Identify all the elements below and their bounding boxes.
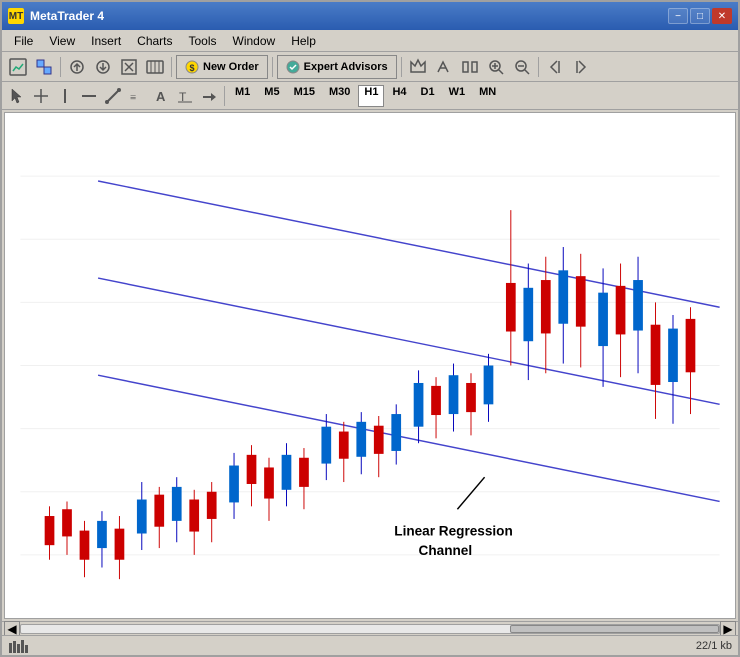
arrow-tool[interactable]	[198, 85, 220, 107]
window-controls: − □ ✕	[668, 8, 732, 24]
toolbar-sep-4	[401, 57, 402, 77]
menu-window[interactable]: Window	[225, 32, 284, 50]
cursor-tool[interactable]	[6, 85, 28, 107]
menu-view[interactable]: View	[41, 32, 83, 50]
horizontal-line-tool[interactable]	[78, 85, 100, 107]
trend-line-tool[interactable]	[102, 85, 124, 107]
toolbar2-sep	[224, 86, 225, 106]
toolbar-sep-5	[538, 57, 539, 77]
fibonacci-tool[interactable]: ≡	[126, 85, 148, 107]
toolbar-btn-6[interactable]	[143, 55, 167, 79]
main-toolbar: $ New Order Expert Advisors	[2, 52, 738, 82]
timeframe-h4[interactable]: H4	[386, 85, 412, 107]
minimize-button[interactable]: −	[668, 8, 688, 24]
text-tool[interactable]: A	[150, 85, 172, 107]
toolbar-sep-2	[171, 57, 172, 77]
timeframe-h1[interactable]: H1	[358, 85, 384, 107]
status-chart-icon	[8, 639, 28, 653]
toolbar-btn-5[interactable]	[117, 55, 141, 79]
toolbar-btn-3[interactable]	[65, 55, 89, 79]
menu-help[interactable]: Help	[283, 32, 324, 50]
menu-file[interactable]: File	[6, 32, 41, 50]
timeframe-m5[interactable]: M5	[258, 85, 285, 107]
close-button[interactable]: ✕	[712, 8, 732, 24]
crosshair-tool[interactable]	[30, 85, 52, 107]
horizontal-scrollbar[interactable]: ◀ ▶	[2, 621, 738, 635]
expert-advisors-button[interactable]: Expert Advisors	[277, 55, 397, 79]
vertical-line-tool[interactable]	[54, 85, 76, 107]
title-bar: MT MetaTrader 4 − □ ✕	[2, 2, 738, 30]
svg-text:≡: ≡	[130, 92, 136, 104]
zoom-out-button[interactable]	[510, 55, 534, 79]
chart-svg: Linear Regression Channel	[5, 113, 735, 618]
svg-text:Channel: Channel	[419, 543, 473, 558]
app-icon: MT	[8, 8, 24, 24]
menu-insert[interactable]: Insert	[83, 32, 129, 50]
toolbar-sep-3	[272, 57, 273, 77]
svg-text:Linear Regression: Linear Regression	[394, 523, 512, 538]
menu-bar: File View Insert Charts Tools Window Hel…	[2, 30, 738, 52]
toolbar-btn-8[interactable]	[432, 55, 456, 79]
menu-tools[interactable]: Tools	[181, 32, 225, 50]
toolbar-btn-9[interactable]	[458, 55, 482, 79]
svg-text:A: A	[156, 89, 166, 104]
new-order-button[interactable]: $ New Order	[176, 55, 268, 79]
new-chart-button[interactable]	[6, 55, 30, 79]
timeframe-m15[interactable]: M15	[288, 85, 321, 107]
timeframe-m30[interactable]: M30	[323, 85, 356, 107]
timeframe-m1[interactable]: M1	[229, 85, 256, 107]
scroll-left-button[interactable]	[543, 55, 567, 79]
drawing-toolbar: ≡ A T M1 M5 M15 M30 H1 H4 D1 W1 MN	[2, 82, 738, 110]
window-title: MetaTrader 4	[30, 9, 104, 23]
svg-text:$: $	[189, 63, 194, 73]
toolbar-btn-2[interactable]	[32, 55, 56, 79]
timeframe-d1[interactable]: D1	[415, 85, 441, 107]
main-window: MT MetaTrader 4 − □ ✕ File View Insert C…	[0, 0, 740, 657]
toolbar-btn-7[interactable]	[406, 55, 430, 79]
timeframe-w1[interactable]: W1	[443, 85, 472, 107]
status-left	[8, 639, 28, 653]
toolbar-sep-1	[60, 57, 61, 77]
scrollbar-thumb[interactable]	[510, 625, 719, 633]
status-bar: 22/1 kb	[2, 635, 738, 655]
scroll-right-button[interactable]	[569, 55, 593, 79]
toolbar-btn-4[interactable]	[91, 55, 115, 79]
timeframe-mn[interactable]: MN	[473, 85, 502, 107]
maximize-button[interactable]: □	[690, 8, 710, 24]
chart-area[interactable]: Linear Regression Channel	[4, 112, 736, 619]
menu-charts[interactable]: Charts	[129, 32, 180, 50]
scrollbar-track[interactable]	[20, 624, 720, 634]
zoom-in-button[interactable]	[484, 55, 508, 79]
text-label-tool[interactable]: T	[174, 85, 196, 107]
status-info: 22/1 kb	[696, 640, 732, 652]
